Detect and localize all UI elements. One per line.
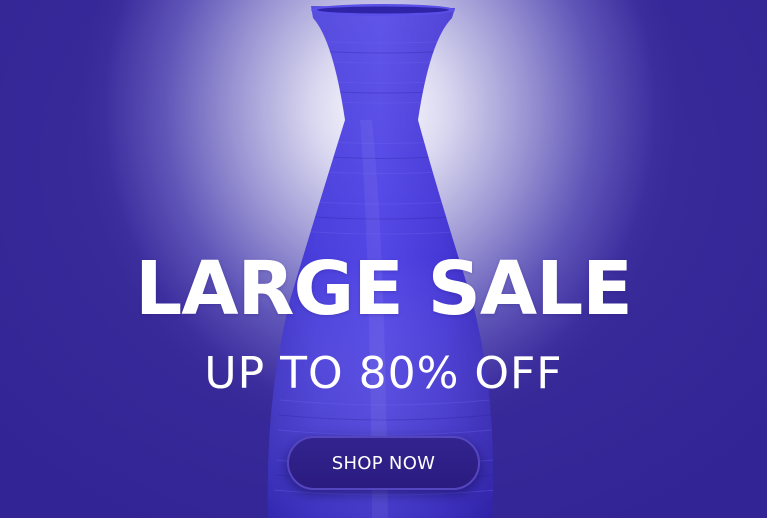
sale-banner: LARGE SALE UP TO 80% OFF SHOP NOW <box>0 0 767 518</box>
sale-headline: LARGE SALE <box>135 246 633 332</box>
discount-subline: UP TO 80% OFF <box>204 348 563 399</box>
shop-now-button[interactable]: SHOP NOW <box>287 436 480 490</box>
